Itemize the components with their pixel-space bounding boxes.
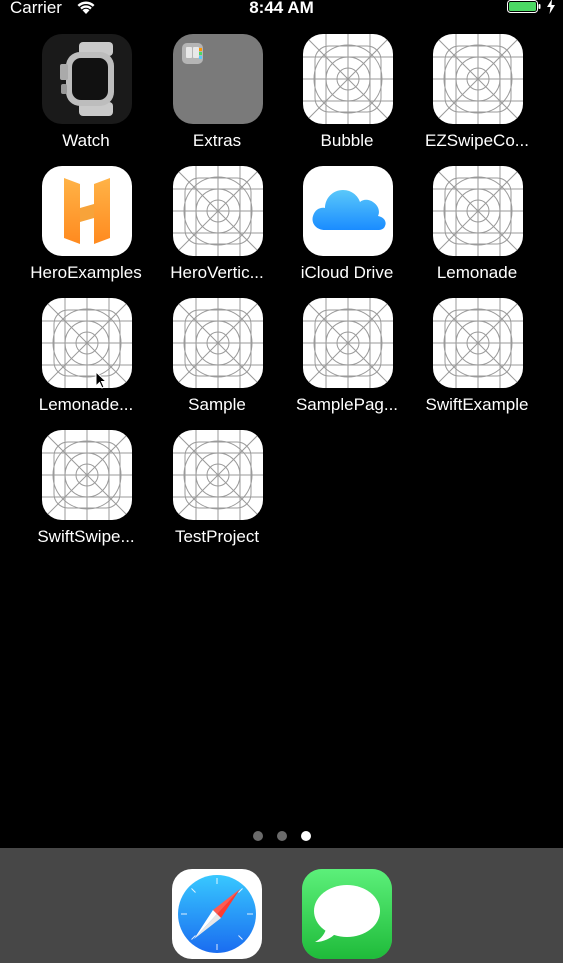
- app-placeholder-icon: [42, 298, 132, 388]
- page-dot[interactable]: [253, 831, 263, 841]
- mouse-cursor-icon: [95, 371, 107, 389]
- app-swiftswipe[interactable]: SwiftSwipe...: [21, 430, 151, 556]
- app-placeholder-icon: [303, 34, 393, 124]
- dock-app-safari[interactable]: [172, 869, 262, 959]
- folder-extras[interactable]: Extras: [152, 34, 282, 160]
- page-dot-active[interactable]: [301, 831, 311, 841]
- safari-icon: [178, 875, 256, 953]
- app-watch[interactable]: Watch: [21, 34, 151, 160]
- folder-icon: [173, 34, 263, 124]
- dock: [0, 848, 563, 963]
- app-label: EZSwipeCo...: [425, 131, 529, 150]
- app-label: iCloud Drive: [300, 263, 394, 282]
- app-label: SwiftExample: [425, 395, 529, 414]
- app-label: Lemonade...: [38, 395, 134, 414]
- app-placeholder-icon: [303, 298, 393, 388]
- watch-icon: [42, 34, 132, 124]
- battery-icon: [507, 0, 541, 13]
- app-ezswipe[interactable]: EZSwipeCo...: [412, 34, 542, 160]
- status-bar: Carrier 8:44 AM: [0, 0, 563, 18]
- app-swiftexample[interactable]: SwiftExample: [412, 298, 542, 424]
- app-sample[interactable]: Sample: [152, 298, 282, 424]
- app-label: SamplePag...: [295, 395, 399, 414]
- app-label: HeroExamples: [30, 263, 142, 282]
- app-bubble[interactable]: Bubble: [282, 34, 412, 160]
- charging-bolt-icon: [547, 0, 555, 14]
- app-label: Sample: [188, 395, 246, 414]
- app-label: Extras: [192, 131, 242, 150]
- app-label: Lemonade: [436, 263, 518, 282]
- app-placeholder-icon: [173, 166, 263, 256]
- app-label: Bubble: [320, 131, 374, 150]
- home-screen: Carrier 8:44 AM Watch Extras Bubble EZSw…: [0, 0, 563, 963]
- app-placeholder-icon: [173, 298, 263, 388]
- app-samplepag[interactable]: SamplePag...: [282, 298, 412, 424]
- app-placeholder-icon: [433, 298, 523, 388]
- page-indicator[interactable]: [253, 831, 313, 843]
- app-testproject[interactable]: TestProject: [152, 430, 282, 556]
- status-time: 8:44 AM: [249, 0, 314, 17]
- app-placeholder-icon: [173, 430, 263, 520]
- app-lemonade-2[interactable]: Lemonade...: [21, 298, 151, 424]
- messages-icon: [302, 869, 392, 959]
- app-placeholder-icon: [433, 166, 523, 256]
- app-placeholder-icon: [42, 430, 132, 520]
- app-icloud-drive[interactable]: iCloud Drive: [282, 166, 412, 292]
- app-herovertical[interactable]: HeroVertic...: [152, 166, 282, 292]
- app-placeholder-icon: [433, 34, 523, 124]
- app-label: Watch: [62, 131, 110, 150]
- dock-app-messages[interactable]: [302, 869, 392, 959]
- icloud-icon: [303, 166, 393, 256]
- app-label: TestProject: [174, 527, 260, 546]
- hero-icon: [42, 166, 132, 256]
- app-label: HeroVertic...: [170, 263, 264, 282]
- app-lemonade[interactable]: Lemonade: [412, 166, 542, 292]
- page-dot[interactable]: [277, 831, 287, 841]
- app-label: SwiftSwipe...: [37, 527, 135, 546]
- app-heroexamples[interactable]: HeroExamples: [21, 166, 151, 292]
